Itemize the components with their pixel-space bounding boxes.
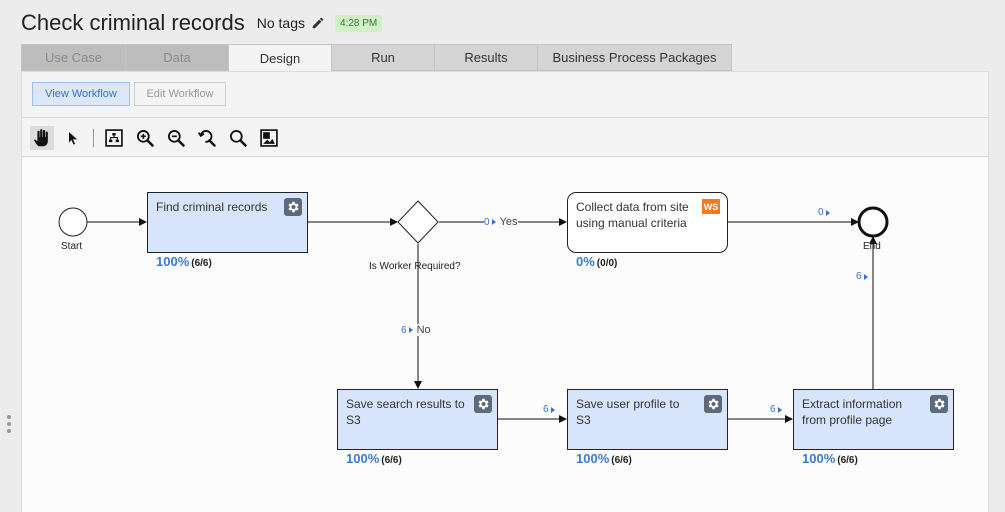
divider <box>22 156 988 157</box>
task-save-user-profile[interactable]: Save user profile to S3 <box>567 389 728 450</box>
task-label: Extract information from profile page <box>802 397 903 427</box>
start-event[interactable] <box>58 207 88 237</box>
task-progress: 0% (0/0) <box>576 254 618 269</box>
layout-icon[interactable] <box>102 126 126 150</box>
tab-design[interactable]: Design <box>228 44 331 72</box>
start-label: Start <box>61 241 83 252</box>
gear-icon[interactable] <box>704 395 722 413</box>
task-progress: 100% (6/6) <box>802 451 858 466</box>
arrow-right-icon <box>550 406 555 413</box>
tab-run[interactable]: Run <box>331 44 434 71</box>
edge-label-search-profile: 6 <box>543 404 555 415</box>
design-panel: View Workflow Edit Workflow Start End Is… <box>21 71 989 512</box>
main-tabs: Use Case Data Design Run Results Busines… <box>21 44 732 72</box>
zoom-in-icon[interactable] <box>133 126 157 150</box>
page-header: Check criminal records No tags 4:28 PM <box>21 10 383 36</box>
task-label: Save search results to S3 <box>346 397 465 427</box>
view-workflow-button[interactable]: View Workflow <box>32 82 130 106</box>
zoom-reset-icon[interactable] <box>195 126 219 150</box>
edit-workflow-button[interactable]: Edit Workflow <box>134 82 226 106</box>
task-progress: 100% (6/6) <box>156 254 212 269</box>
arrow-right-icon <box>825 209 830 216</box>
task-progress: 100% (6/6) <box>346 451 402 466</box>
resize-grip-icon[interactable] <box>7 415 11 436</box>
workflow-canvas[interactable]: Start End Is Worker Required? 0 Yes 6 No 0… <box>22 158 988 512</box>
ws-badge: WS <box>702 199 720 214</box>
tab-data[interactable]: Data <box>125 44 228 71</box>
time-badge: 4:28 PM <box>334 14 383 32</box>
edge-label-profile-extract: 6 <box>770 404 782 415</box>
zoom-out-icon[interactable] <box>164 126 188 150</box>
gear-icon[interactable] <box>930 395 948 413</box>
task-save-search-results[interactable]: Save search results to S3 <box>337 389 498 450</box>
workflow-mode-buttons: View Workflow Edit Workflow <box>32 82 226 106</box>
end-label: End <box>863 241 881 252</box>
arrow-right-icon <box>491 219 496 225</box>
divider <box>22 117 988 118</box>
page-title: Check criminal records <box>21 10 245 35</box>
tab-use-case[interactable]: Use Case <box>21 44 125 71</box>
tab-results[interactable]: Results <box>434 44 537 71</box>
zoom-icon[interactable] <box>226 126 250 150</box>
end-event[interactable] <box>857 206 889 238</box>
task-collect-data[interactable]: Collect data from site using manual crit… <box>567 192 728 253</box>
task-progress: 100% (6/6) <box>576 451 632 466</box>
pointer-tool-icon[interactable] <box>61 126 85 150</box>
arrow-right-icon <box>777 406 782 413</box>
tags-area[interactable]: No tags <box>257 15 325 31</box>
edge-label-no: 6 No <box>401 324 431 336</box>
task-find-criminal-records[interactable]: Find criminal records <box>147 192 308 253</box>
gear-icon[interactable] <box>474 395 492 413</box>
arrow-right-icon <box>863 273 868 280</box>
tags-label: No tags <box>256 15 305 31</box>
task-label: Save user profile to S3 <box>576 397 680 427</box>
edge-label-yes: 0 Yes <box>484 216 518 228</box>
toolbar-separator <box>93 129 94 147</box>
task-label: Find criminal records <box>156 200 268 214</box>
tab-business-process-packages[interactable]: Business Process Packages <box>537 44 732 71</box>
task-extract-information[interactable]: Extract information from profile page <box>793 389 954 450</box>
overview-icon[interactable] <box>257 126 281 150</box>
arrow-right-icon <box>408 327 413 333</box>
gateway-label: Is Worker Required? <box>369 261 461 272</box>
workflow-toolbar <box>30 126 288 150</box>
gear-icon[interactable] <box>284 198 302 216</box>
hand-tool-icon[interactable] <box>30 126 54 150</box>
pencil-icon[interactable] <box>311 16 325 30</box>
gateway-diamond[interactable] <box>397 200 439 244</box>
edge-label-extract-end: 6 <box>856 271 868 282</box>
task-label: Collect data from site using manual crit… <box>576 200 689 230</box>
edge-label-collect-end: 0 <box>818 207 830 218</box>
